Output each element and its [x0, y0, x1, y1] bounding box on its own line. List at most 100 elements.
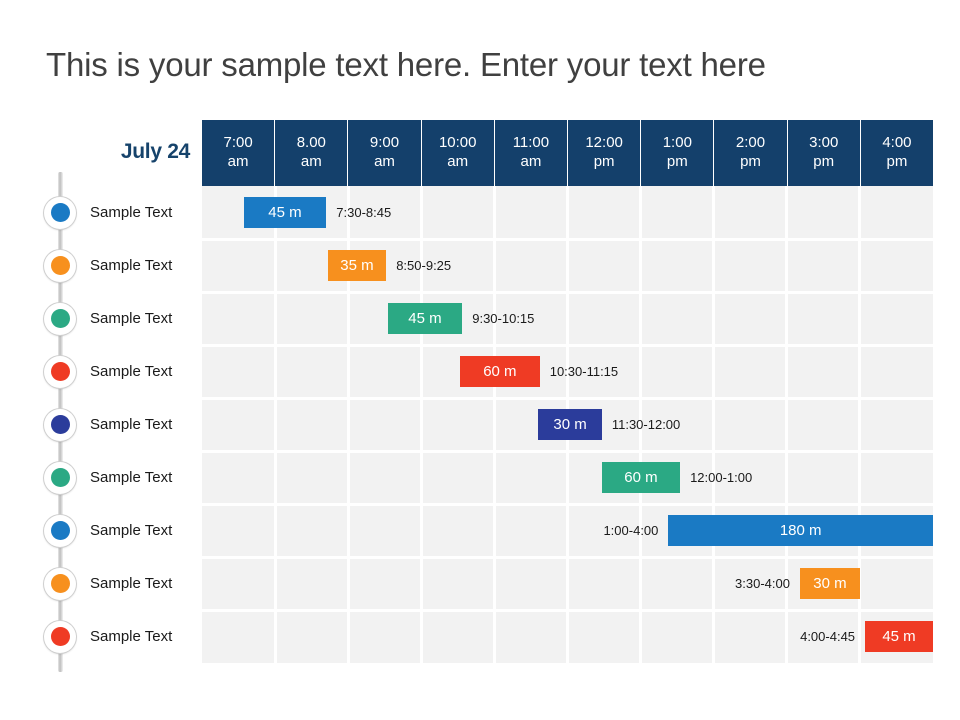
header-hour: 4:00: [882, 134, 912, 152]
task-list-item[interactable]: Sample Text: [0, 239, 200, 292]
task-label: Sample Text: [90, 310, 173, 327]
task-time-range: 7:30-8:45: [336, 205, 392, 220]
task-bar[interactable]: 60 m: [601, 462, 681, 493]
header-meridiem: am: [520, 153, 542, 170]
grid-row-divider: [202, 502, 933, 506]
time-column-header: 2:00 pm: [714, 120, 788, 186]
task-time-range: 10:30-11:15: [549, 364, 619, 379]
task-time-range: 12:00-1:00: [690, 470, 753, 485]
timeline-dot-icon: [44, 408, 76, 441]
task-bar[interactable]: 45 m: [243, 197, 327, 228]
grid-row-divider: [202, 555, 933, 559]
timeline-dot-icon: [44, 567, 76, 600]
task-label: Sample Text: [90, 204, 173, 221]
time-column-header: 1:00 pm: [641, 120, 715, 186]
task-time-range: 3:30-4:00: [735, 576, 790, 591]
task-list-item[interactable]: Sample Text: [0, 557, 200, 610]
time-column-header: 9:00 am: [348, 120, 422, 186]
task-list-item[interactable]: Sample Text: [0, 451, 200, 504]
time-column-header: 11:00 am: [494, 120, 569, 186]
task-list-item[interactable]: Sample Text: [0, 186, 200, 239]
time-column-header: 4:00 pm: [860, 120, 934, 186]
time-column-header: 8.00 am: [275, 120, 349, 186]
header-meridiem: pm: [666, 153, 688, 170]
grid-row-divider: [202, 343, 933, 347]
header-hour: 3:00: [809, 134, 839, 152]
task-label: Sample Text: [90, 575, 173, 592]
task-label: Sample Text: [90, 628, 173, 645]
task-bar[interactable]: 35 m: [327, 250, 387, 281]
task-time-range: 1:00-4:00: [603, 523, 659, 538]
task-bar[interactable]: 45 m: [865, 621, 933, 652]
task-time-range: 9:30-10:15: [472, 311, 535, 326]
header-hour: 9:00: [369, 134, 400, 152]
task-label: Sample Text: [90, 469, 173, 486]
grid-row-divider: [202, 449, 933, 453]
grid-body: 45 m 7:30-8:45 35 m 8:50-9:25 45 m 9:30-10:15…: [202, 186, 933, 663]
task-bar[interactable]: 30 m: [538, 409, 602, 440]
grid-column-divider: [712, 186, 716, 663]
timeline-dot-icon: [44, 196, 76, 229]
time-column-header: 10:00 am: [421, 120, 495, 186]
slide-canvas: This is your sample text here. Enter you…: [0, 0, 960, 720]
task-list-item[interactable]: Sample Text: [0, 292, 200, 345]
timeline-dot-fill: [50, 468, 70, 487]
time-column-header: 7:00 am: [202, 120, 276, 186]
header-meridiem: am: [227, 153, 249, 170]
timeline-dot-fill: [50, 574, 70, 593]
header-hour: 1:00: [662, 134, 692, 152]
task-list-item[interactable]: Sample Text: [0, 504, 200, 557]
task-label: Sample Text: [90, 522, 173, 539]
task-bar[interactable]: 60 m: [460, 356, 540, 387]
task-time-range: 8:50-9:25: [396, 258, 452, 273]
task-list-item[interactable]: Sample Text: [0, 345, 200, 398]
task-label: Sample Text: [90, 363, 173, 380]
timeline-dot-icon: [44, 355, 76, 388]
timeline-dot-icon: [44, 249, 76, 282]
grid-column-divider: [492, 186, 496, 663]
grid-column-divider: [273, 186, 277, 663]
timeline-dot-icon: [44, 461, 76, 494]
timeline-dot-icon: [44, 302, 76, 335]
timeline-dot-fill: [50, 415, 70, 434]
header-hour: 12:00: [585, 134, 623, 152]
grid-row-divider: [202, 396, 933, 400]
header-meridiem: pm: [593, 153, 615, 170]
timeline-dot-fill: [50, 627, 70, 646]
header-meridiem: pm: [813, 153, 835, 170]
task-label: Sample Text: [90, 416, 173, 433]
grid-row-divider: [202, 608, 933, 612]
timeline-dot-fill: [50, 256, 70, 275]
timeline-dot-fill: [50, 203, 70, 222]
grid-row-divider: [202, 290, 933, 294]
task-bar[interactable]: 45 m: [387, 303, 463, 334]
task-bar[interactable]: 180 m: [668, 515, 933, 546]
grid-header-row: 7:00 am 8.00 am 9:00 am 10:00 am 11:00 am 12:00 pm 1…: [202, 120, 934, 186]
header-meridiem: pm: [740, 153, 761, 170]
task-time-range: 4:00-4:45: [800, 629, 856, 644]
header-meridiem: am: [374, 153, 395, 170]
timeline-dot-icon: [44, 620, 76, 653]
schedule-grid: 7:00 am 8.00 am 9:00 am 10:00 am 11:00 am 12:00 pm 1…: [202, 120, 934, 663]
task-list: Sample Text Sample Text Sample Text Sample …: [0, 186, 200, 663]
task-list-item[interactable]: Sample Text: [0, 398, 200, 451]
header-hour: 10:00: [438, 134, 477, 152]
header-meridiem: pm: [886, 153, 908, 170]
page-title: This is your sample text here. Enter you…: [46, 46, 766, 83]
header-hour: 11:00: [512, 134, 550, 152]
header-hour: 7:00: [223, 134, 253, 152]
timeline-dot-icon: [44, 514, 76, 547]
task-time-range: 11:30-12:00: [611, 417, 681, 432]
time-column-header: 3:00 pm: [787, 120, 861, 186]
timeline-dot-fill: [50, 309, 70, 328]
header-meridiem: am: [300, 153, 322, 170]
timeline-dot-fill: [50, 521, 70, 540]
timeline-dot-fill: [50, 362, 70, 381]
date-label: July 24: [120, 140, 190, 163]
header-hour: 2:00: [735, 134, 766, 152]
header-hour: 8.00: [296, 134, 326, 152]
task-label: Sample Text: [90, 257, 173, 274]
task-bar[interactable]: 30 m: [799, 568, 860, 599]
time-column-header: 12:00 pm: [568, 120, 642, 186]
task-list-item[interactable]: Sample Text: [0, 610, 200, 663]
